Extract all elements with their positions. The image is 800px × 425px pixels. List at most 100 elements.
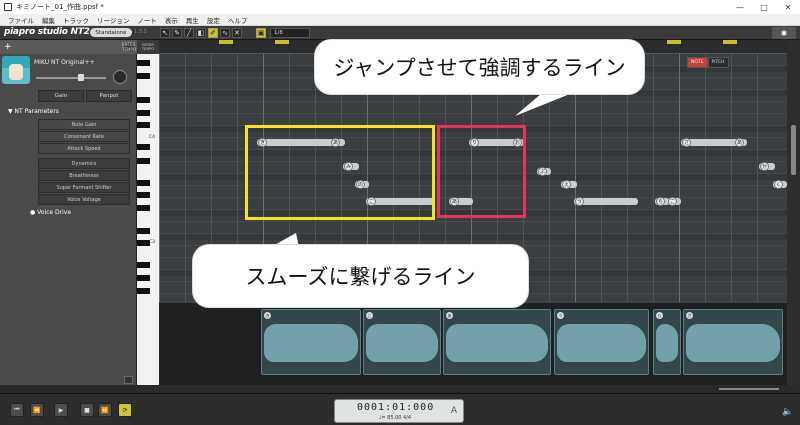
voice-drive-label[interactable]: ● Voice Drive: [30, 209, 71, 216]
scissors-tool-icon[interactable]: ✕: [232, 28, 242, 38]
singer-name: MIKU NT Original++: [34, 59, 95, 66]
note[interactable]: さ あ: [681, 138, 747, 147]
gear-icon[interactable]: ✱: [772, 27, 796, 39]
menu-edit[interactable]: 編集: [42, 15, 55, 25]
param-super-formant-shifter[interactable]: Super Formant Shifter: [38, 182, 130, 193]
vertical-scrollbar[interactable]: [787, 40, 800, 385]
a-icon[interactable]: A: [451, 406, 457, 416]
app-icon: [4, 3, 12, 11]
horizontal-scrollbar[interactable]: [159, 385, 787, 393]
play-icon[interactable]: ▶: [54, 403, 68, 417]
mode-toggle: NOTE PITCH: [687, 57, 729, 68]
track-panel: + ENTER TEMPO MIKU NT Original++ Gain Pa…: [0, 40, 137, 385]
gain-button[interactable]: Gain: [38, 90, 84, 102]
time-counter: 0001:01:000 ♩= 85.00 4/4 A: [334, 399, 464, 423]
pencil-tool-icon[interactable]: ✎: [172, 28, 182, 38]
note-lyric: こ: [668, 197, 677, 206]
panel-resize-handle[interactable]: [124, 376, 133, 384]
speaker-icon[interactable]: 🔈: [782, 407, 793, 417]
snap-tool-icon[interactable]: ▣: [256, 28, 266, 38]
enter-tempo-label: ENTER TEMPO: [137, 40, 159, 54]
menu-track[interactable]: トラック: [63, 15, 89, 25]
window-title: キミノート_01_作曲.ppsf *: [16, 3, 104, 11]
note-lyric: か: [760, 162, 769, 171]
volume-slider[interactable]: [36, 74, 106, 81]
note[interactable]: ぶ: [537, 167, 551, 176]
note-lyric: う: [575, 197, 584, 206]
window-titlebar: キミノート_01_作曲.ppsf * — □ ✕: [0, 0, 800, 14]
param-breathiness[interactable]: Breathiness: [38, 170, 130, 181]
waveform-segment[interactable]: さ: [683, 309, 783, 375]
menubar: ファイル 編集 トラック リージョン ノート 表示 再生 設定 ヘルプ: [0, 14, 800, 26]
note-lyric: く: [774, 180, 783, 189]
loop-icon[interactable]: ⟳: [118, 403, 132, 417]
menu-play[interactable]: 再生: [186, 15, 199, 25]
piano-keyboard[interactable]: C4 C3: [137, 40, 159, 385]
close-button[interactable]: ✕: [776, 0, 800, 14]
note[interactable]: く: [773, 180, 787, 189]
waveform-segment[interactable]: き: [261, 309, 361, 375]
enter-tempo-button[interactable]: ENTER TEMPO: [122, 42, 136, 52]
param-voice-voltage[interactable]: Voice Voltage: [38, 194, 130, 205]
toolbar: piapro studio NT2 Standalone 1.3.3 ↖ ✎ ╱…: [0, 26, 800, 40]
quantize-select[interactable]: 1/8: [270, 28, 310, 38]
note-lyric: き: [264, 312, 271, 319]
standalone-badge[interactable]: Standalone: [90, 28, 132, 37]
note-lyric: さ: [686, 312, 693, 319]
maximize-button[interactable]: □: [752, 0, 776, 14]
time-display: 0001:01:000: [357, 402, 435, 413]
singer-avatar[interactable]: [2, 56, 30, 84]
note-lyric: あ: [446, 312, 453, 319]
waveform-track[interactable]: き こ あ う ら さ: [159, 302, 787, 385]
menu-help[interactable]: ヘルプ: [228, 15, 248, 25]
note-lyric: あ: [735, 138, 744, 147]
pointer-tool-icon[interactable]: ↖: [160, 28, 170, 38]
jump-callout: ジャンプさせて強調するライン: [315, 40, 644, 94]
note[interactable]: う: [574, 197, 638, 206]
param-dynamics[interactable]: Dynamics: [38, 158, 130, 169]
smooth-line-highlight: [245, 125, 435, 220]
nt-parameters-header[interactable]: ▼ NT Parameters: [8, 108, 59, 115]
waveform-segment[interactable]: ら: [653, 309, 681, 375]
pitch-mode-button[interactable]: PITCH: [707, 57, 729, 68]
panpot-button[interactable]: Panpot: [86, 90, 132, 102]
tempo-display[interactable]: ♩= 85.00 4/4: [379, 415, 411, 421]
note-mode-button[interactable]: NOTE: [687, 57, 708, 68]
waveform-segment[interactable]: こ: [363, 309, 441, 375]
param-attack-speed[interactable]: Attack Speed: [38, 143, 130, 154]
menu-note[interactable]: ノート: [137, 15, 157, 25]
rewind-icon[interactable]: ⏪: [30, 403, 44, 417]
note-lyric: こ: [366, 312, 373, 319]
menu-file[interactable]: ファイル: [8, 15, 34, 25]
note-lyric: さ: [682, 138, 691, 147]
brush-tool-icon[interactable]: ✐: [208, 28, 218, 38]
add-track-button[interactable]: +: [4, 42, 26, 52]
menu-view[interactable]: 表示: [165, 15, 178, 25]
note-lyric: ら: [656, 312, 663, 319]
menu-settings[interactable]: 設定: [207, 15, 220, 25]
menu-region[interactable]: リージョン: [97, 15, 129, 25]
waveform-segment[interactable]: う: [554, 309, 649, 375]
note[interactable]: こ: [667, 197, 681, 206]
jump-line-highlight: [437, 125, 526, 218]
vibrato-tool-icon[interactable]: ∿: [220, 28, 230, 38]
stop-icon[interactable]: ■: [80, 403, 94, 417]
note[interactable]: か: [759, 162, 775, 171]
note[interactable]: え: [561, 180, 577, 189]
note-lyric: う: [557, 312, 564, 319]
pan-knob[interactable]: [113, 70, 127, 84]
eraser-tool-icon[interactable]: ◧: [196, 28, 206, 38]
waveform-segment[interactable]: あ: [443, 309, 551, 375]
minimize-button[interactable]: —: [728, 0, 752, 14]
note-lyric: ぶ: [538, 167, 547, 176]
octave-label-c3: C3: [149, 240, 156, 245]
note-lyric: ら: [656, 197, 665, 206]
rewind-start-icon[interactable]: ⏮: [10, 403, 24, 417]
fast-forward-icon[interactable]: ⏩: [98, 403, 112, 417]
smooth-callout: スムーズに繋げるライン: [193, 245, 528, 307]
transport-bar: ⏮ ⏪ ▶ ■ ⏩ ⟳ 0001:01:000 ♩= 85.00 4/4 A 🔈: [0, 393, 800, 425]
param-consonant-rate[interactable]: Consonant Rate: [38, 131, 130, 142]
octave-label-c4: C4: [149, 135, 156, 140]
line-tool-icon[interactable]: ╱: [184, 28, 194, 38]
param-note-gain[interactable]: Note Gain: [38, 119, 130, 130]
